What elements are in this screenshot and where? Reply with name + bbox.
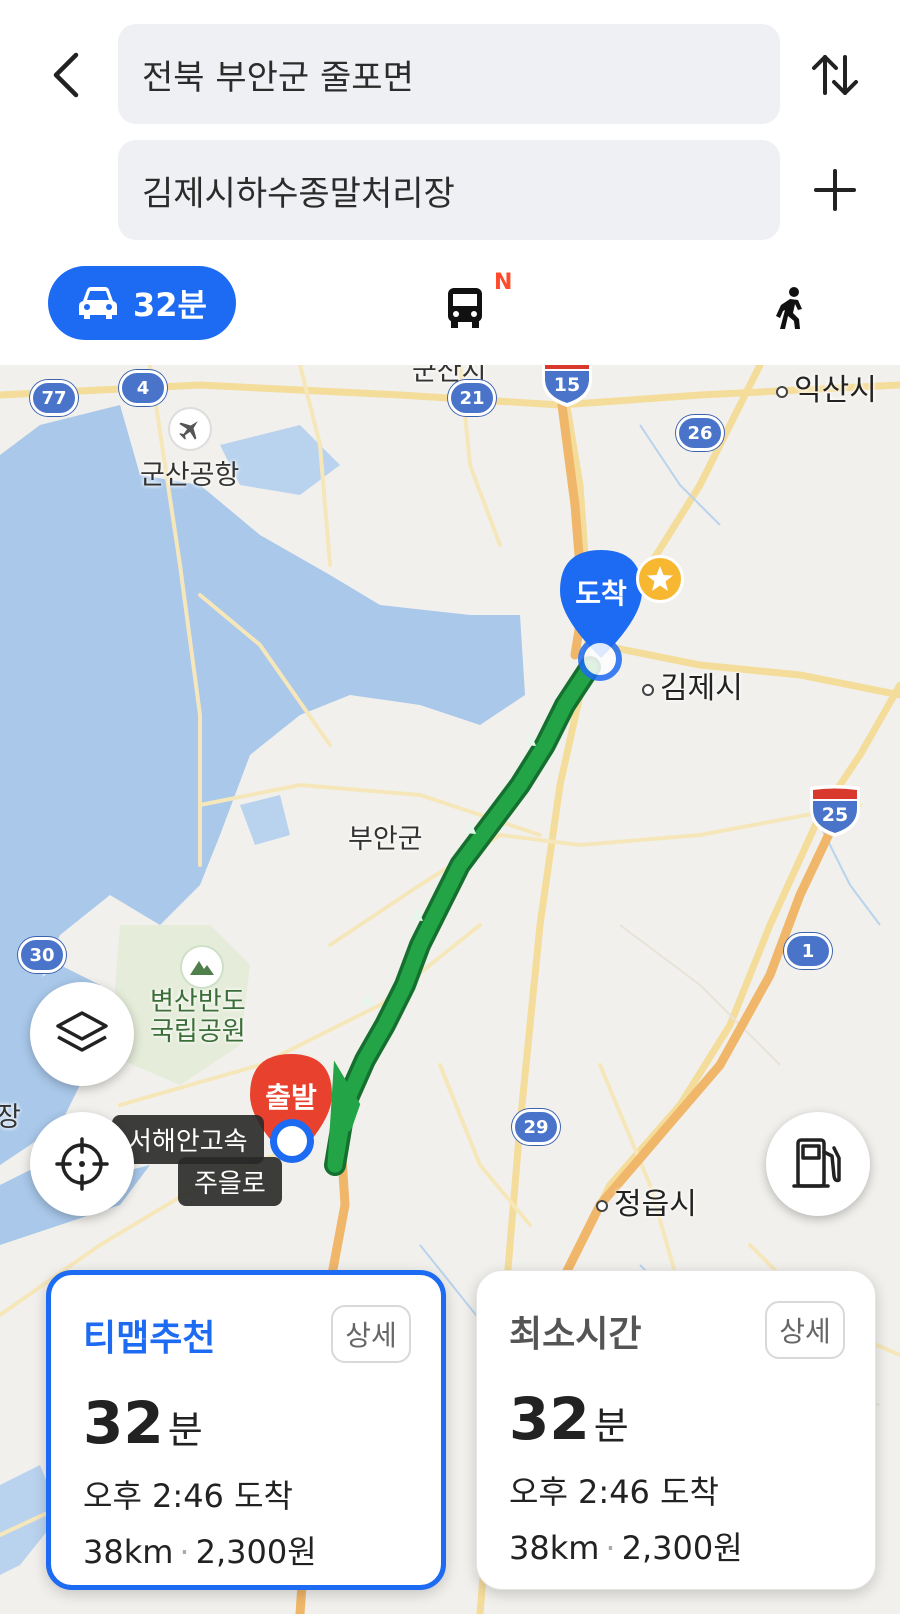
chevron-left-icon [53,52,79,98]
place-label-partial-left: 장 [0,1102,21,1133]
road-shield-4: 4 [119,370,167,406]
route-arrival: 오후 2:46 도착 [509,1473,719,1511]
destination-point [578,637,622,681]
gas-station-button[interactable] [766,1112,870,1216]
route-card-recommended[interactable]: 티맵추천 상세 32 분 오후 2:46 도착 38km · 2,300원 [46,1270,446,1590]
route-detail-button[interactable]: 상세 [331,1305,411,1363]
place-label-buan: 부안군 [348,824,423,855]
fuel-pump-icon [792,1138,841,1188]
route-meta: 38km · 2,300원 [509,1529,743,1567]
route-card-fastest[interactable]: 최소시간 상세 32 분 오후 2:46 도착 38km · 2,300원 [476,1270,876,1590]
tab-car[interactable]: 32분 [48,266,236,340]
car-icon [79,287,117,319]
route-search-header: 전북 부안군 줄포면 김제시하수종말처리장 32분 N [0,0,900,365]
highway-shield-25: 25 [806,783,864,839]
place-label-gunsan-airport: 군산공항 [140,460,240,491]
crosshair-icon [55,1137,109,1191]
origin-pin-label: 출발 [265,1081,317,1114]
route-detail-button[interactable]: 상세 [765,1301,845,1359]
swap-arrows-icon [812,55,858,95]
back-button[interactable] [36,45,96,105]
destination-pin-label: 도착 [575,577,627,610]
new-badge: N [494,270,513,295]
road-shield-29: 29 [512,1109,560,1145]
star-icon[interactable] [636,555,684,603]
destination-input[interactable]: 김제시하수종말처리장 [118,140,780,240]
walk-icon [776,287,802,329]
layers-button[interactable] [30,982,134,1086]
layers-icon [56,1011,108,1052]
road-shield-26: 26 [676,415,724,451]
route-duration: 32 분 [83,1389,203,1457]
route-arrival: 오후 2:46 도착 [83,1477,293,1515]
origin-point [270,1119,314,1163]
tab-transit[interactable]: N [446,270,516,338]
road-shield-30: 30 [18,937,66,973]
origin-input[interactable]: 전북 부안군 줄포면 [118,24,780,124]
destination-text: 김제시하수종말처리장 [142,173,455,214]
origin-text: 전북 부안군 줄포면 [142,57,414,98]
airport-icon [170,409,210,449]
bus-icon [448,288,482,328]
road-label-juel-ro: 주을로 [178,1157,282,1206]
road-shield-21: 21 [448,380,496,416]
road-shield-1: 1 [784,933,832,969]
car-time-label: 32분 [133,286,207,324]
plus-icon [814,169,856,211]
place-label-byeonsan: 변산반도 국립공원 [150,987,246,1047]
place-label-jeongeup: 정읍시 [596,1179,697,1223]
add-waypoint-button[interactable] [800,155,870,225]
route-meta: 38km · 2,300원 [83,1533,317,1571]
place-label-gimje: 김제시 [642,663,743,707]
my-location-button[interactable] [30,1112,134,1216]
route-duration: 32 분 [509,1385,629,1453]
highway-shield-15: 15 [538,365,596,409]
tab-walk[interactable] [766,278,816,338]
swap-button[interactable] [800,40,870,110]
road-shield-77: 77 [30,380,78,416]
place-label-iksan: 익산시 [776,365,877,409]
mountain-icon [182,947,222,987]
